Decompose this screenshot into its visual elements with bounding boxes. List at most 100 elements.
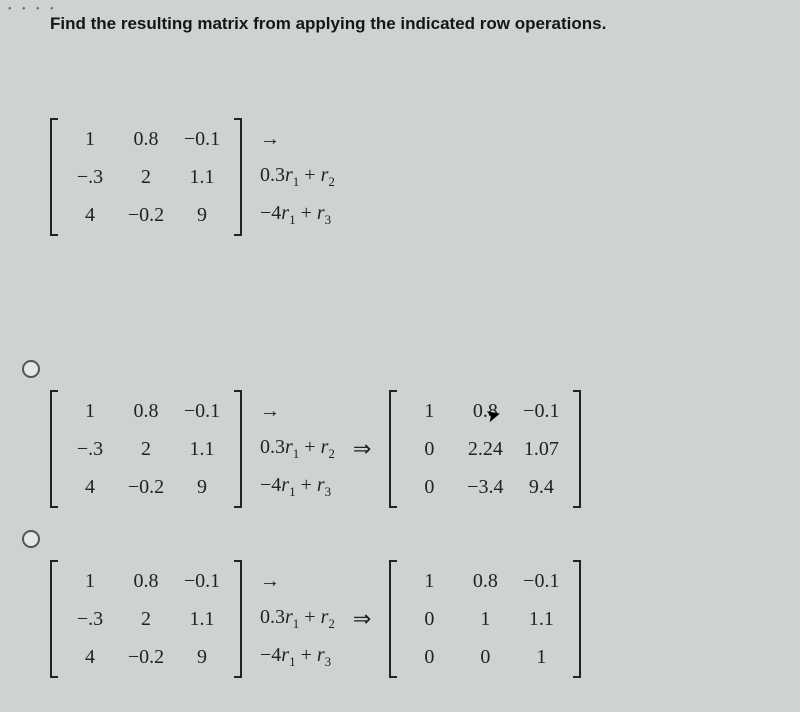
implies-icon: ⇒ <box>353 561 371 677</box>
cell: 0 <box>401 646 457 669</box>
sub: 3 <box>325 212 332 227</box>
cell: −0.1 <box>174 400 230 423</box>
cell: −0.1 <box>513 570 569 593</box>
bracket-left <box>50 560 58 678</box>
op-text: + <box>299 606 320 628</box>
r-var: r <box>285 606 293 628</box>
bracket-left <box>389 560 397 678</box>
cell: 1 <box>401 400 457 423</box>
op-text: + <box>296 202 317 224</box>
matrix-body: 1 0.8 −0.1 −.3 2 1.1 4 −0.2 9 <box>58 560 234 678</box>
op-r2: 0.3r1 + r2 <box>260 606 335 632</box>
op-text: 0.3 <box>260 606 285 628</box>
op-r2: 0.3r1 + r2 <box>260 436 335 462</box>
cell: 1 <box>457 608 513 631</box>
cell: 1 <box>62 570 118 593</box>
cell: 1.1 <box>174 166 230 189</box>
op-text: −4 <box>260 644 281 666</box>
row-ops: → 0.3r1 + r2 −4r1 + r3 <box>260 390 335 506</box>
r-var: r <box>281 644 289 666</box>
cell: 9.4 <box>513 476 569 499</box>
bracket-right <box>234 560 242 678</box>
option-b-lhs-matrix: 1 0.8 −0.1 −.3 2 1.1 4 −0.2 9 <box>50 560 242 678</box>
cell: 2 <box>118 166 174 189</box>
r-var: r <box>285 164 293 186</box>
op-text: + <box>299 164 320 186</box>
op-text: 0.3 <box>260 436 285 458</box>
cell: 0 <box>401 438 457 461</box>
cell: 1.1 <box>513 608 569 631</box>
sub: 3 <box>325 654 332 669</box>
cell: 9 <box>174 646 230 669</box>
cell: 1 <box>513 646 569 669</box>
cell: 1 <box>62 400 118 423</box>
r-var: r <box>281 202 289 224</box>
op-r2: 0.3r1 + r2 <box>260 164 335 190</box>
cell: 0.8 <box>118 400 174 423</box>
sub: 3 <box>325 484 332 499</box>
bracket-left <box>50 118 58 236</box>
bracket-right <box>573 560 581 678</box>
op-r3: −4r1 + r3 <box>260 202 335 228</box>
option-b-block: 1 0.8 −0.1 −.3 2 1.1 4 −0.2 9 → 0.3r1 + … <box>50 560 581 678</box>
cell: 4 <box>62 204 118 227</box>
matrix-body: 1 0.8 −0.1 −.3 2 1.1 4 −0.2 9 <box>58 390 234 508</box>
cell: 1.07 <box>513 438 569 461</box>
r-var: r <box>317 202 325 224</box>
original-matrix: 1 0.8 −0.1 −.3 2 1.1 4 −0.2 9 <box>50 118 242 236</box>
implies-icon: ⇒ <box>353 391 371 507</box>
row-ops: → 0.3r1 + r2 −4r1 + r3 <box>260 560 335 676</box>
r-var: r <box>317 644 325 666</box>
r-var: r <box>281 474 289 496</box>
cell: 1 <box>62 128 118 151</box>
cell: 0.8 <box>457 570 513 593</box>
question-prompt: Find the resulting matrix from applying … <box>50 14 606 34</box>
option-b-result-matrix: 1 0.8 −0.1 0 1 1.1 0 0 1 <box>389 560 581 678</box>
op-text: + <box>299 436 320 458</box>
cell: 0 <box>401 476 457 499</box>
op-arrow: → <box>260 128 335 151</box>
sub: 2 <box>328 616 335 631</box>
option-a-block: 1 0.8 −0.1 −.3 2 1.1 4 −0.2 9 → 0.3r1 + … <box>50 390 581 508</box>
cell: 2 <box>118 438 174 461</box>
option-a-lhs-matrix: 1 0.8 −0.1 −.3 2 1.1 4 −0.2 9 <box>50 390 242 508</box>
op-arrow: → <box>260 400 335 423</box>
cell: 0 <box>401 608 457 631</box>
cell: 1.1 <box>174 608 230 631</box>
op-text: + <box>296 644 317 666</box>
cell: −.3 <box>62 608 118 631</box>
radio-option-b[interactable] <box>22 530 40 548</box>
r-var: r <box>317 474 325 496</box>
cell: 9 <box>174 476 230 499</box>
bracket-left <box>389 390 397 508</box>
cell: −0.1 <box>174 570 230 593</box>
cell: −0.2 <box>118 476 174 499</box>
problem-block: 1 0.8 −0.1 −.3 2 1.1 4 −0.2 9 → 0.3r1 + … <box>50 118 335 236</box>
cell: −3.4 <box>457 476 513 499</box>
bracket-right <box>234 390 242 508</box>
cell: 4 <box>62 476 118 499</box>
cell: 2 <box>118 608 174 631</box>
bracket-left <box>50 390 58 508</box>
op-r3: −4r1 + r3 <box>260 474 335 500</box>
cell: 4 <box>62 646 118 669</box>
cell: −0.1 <box>174 128 230 151</box>
op-text: 0.3 <box>260 164 285 186</box>
cell: −.3 <box>62 438 118 461</box>
bracket-right <box>573 390 581 508</box>
sub: 2 <box>328 174 335 189</box>
cell: −0.2 <box>118 646 174 669</box>
cell: 1.1 <box>174 438 230 461</box>
cell: 1 <box>401 570 457 593</box>
cell: 0 <box>457 646 513 669</box>
cell: −0.2 <box>118 204 174 227</box>
cell: 2.24 <box>457 438 513 461</box>
cell: −.3 <box>62 166 118 189</box>
radio-option-a[interactable] <box>22 360 40 378</box>
matrix-body: 1 0.8 −0.1 0 1 1.1 0 0 1 <box>397 560 573 678</box>
sub: 2 <box>328 446 335 461</box>
cell: 9 <box>174 204 230 227</box>
r-var: r <box>285 436 293 458</box>
bracket-right <box>234 118 242 236</box>
cell: 0.8 <box>118 128 174 151</box>
